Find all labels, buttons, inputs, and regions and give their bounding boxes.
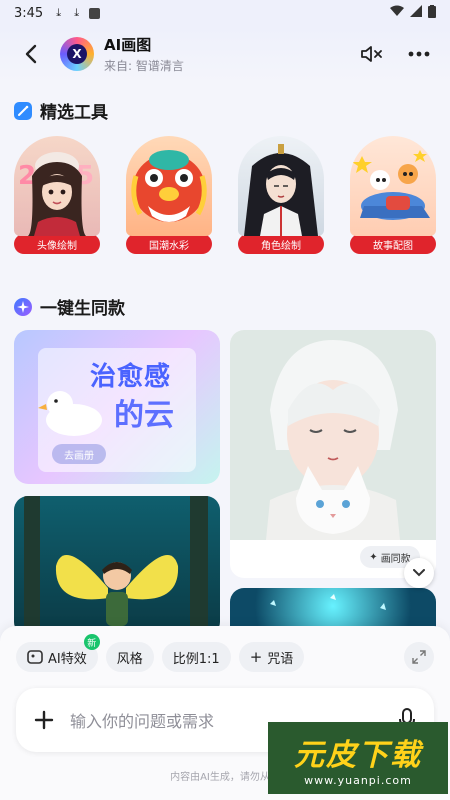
- tool-avatar-image: 2 5: [14, 136, 100, 236]
- card-art-text-2: 的云: [114, 398, 174, 433]
- tool-story-illustration[interactable]: 故事配图: [350, 136, 436, 254]
- sparkle-icon: ✦: [369, 551, 378, 563]
- expand-button[interactable]: [404, 642, 434, 672]
- mute-icon[interactable]: [360, 44, 384, 64]
- tool-story-image: [350, 136, 436, 236]
- plus-icon: +: [249, 648, 263, 666]
- tool-label: 故事配图: [350, 234, 436, 254]
- oneclick-title-text: 一键生同款: [40, 299, 125, 319]
- watermark-text: 元皮下载: [294, 737, 422, 773]
- ai-effect-icon: [27, 650, 43, 664]
- chip-label: 咒语: [267, 651, 294, 667]
- logo-letter: X: [67, 44, 87, 64]
- app-logo: X: [60, 37, 94, 71]
- status-time: 3:45: [14, 5, 44, 21]
- boy-cat-image: [230, 330, 436, 540]
- page-subtitle: 来自: 智谱清言: [104, 59, 184, 73]
- watermark-url: www.yuanpi.com: [304, 773, 412, 787]
- template-card-fairy-forest[interactable]: [14, 496, 220, 636]
- new-badge: 新: [83, 634, 100, 650]
- fairy-forest-image: [24, 496, 208, 636]
- back-button[interactable]: [18, 41, 44, 67]
- expand-icon: [412, 650, 426, 664]
- oneclick-section-title: 一键生同款: [14, 294, 125, 319]
- site-watermark: 元皮下载 www.yuanpi.com: [268, 722, 448, 794]
- go-album-button[interactable]: 去画册: [52, 444, 106, 464]
- plus-icon[interactable]: [34, 710, 54, 730]
- download-icon: ⤓: [74, 6, 80, 19]
- sparkle-icon: [14, 297, 32, 316]
- chip-spell[interactable]: + 咒语: [238, 642, 305, 672]
- chip-label: AI特效: [48, 651, 87, 667]
- chip-aspect-ratio[interactable]: 比例1:1: [161, 642, 231, 672]
- card-art-text-1: 治愈感: [90, 362, 172, 392]
- chevron-down-icon: [413, 569, 425, 577]
- tool-character[interactable]: 角色绘制: [238, 136, 324, 254]
- tool-avatar[interactable]: 2 5 头像绘制: [14, 136, 100, 254]
- chip-label: 风格: [116, 651, 143, 667]
- notification-icon: [89, 7, 101, 19]
- tool-guochao-watercolor[interactable]: 国潮水彩: [126, 136, 212, 254]
- scroll-down-button[interactable]: [404, 558, 434, 588]
- status-bar: 3:45 ⤓ ⤓: [0, 0, 450, 26]
- more-icon[interactable]: [408, 51, 430, 57]
- chip-label: 比例1:1: [172, 651, 220, 667]
- template-card-boy-cat[interactable]: ✦ 画同款: [230, 330, 436, 578]
- battery-icon: [428, 4, 436, 22]
- chip-ai-effects[interactable]: AI特效 新: [16, 634, 100, 672]
- chip-style[interactable]: 风格: [105, 642, 154, 672]
- page-title: AI画图: [104, 36, 152, 54]
- header: X AI画图 来自: 智谱清言: [0, 26, 450, 82]
- template-card-healing-cloud[interactable]: 治愈感 的云 去画册: [14, 330, 220, 484]
- tool-label: 国潮水彩: [126, 234, 212, 254]
- magic-wand-icon: [14, 101, 32, 120]
- tool-label: 头像绘制: [14, 234, 100, 254]
- option-chips: AI特效 新 风格 比例1:1 + 咒语: [16, 634, 305, 672]
- tools-title-text: 精选工具: [40, 103, 108, 123]
- tools-list: 2 5 头像绘制 国潮水彩 角色绘制 故事配图: [14, 136, 436, 254]
- tools-section-title: 精选工具: [14, 98, 108, 123]
- tool-label: 角色绘制: [238, 234, 324, 254]
- signal-icon: [410, 5, 422, 21]
- tool-guochao-image: [126, 136, 212, 236]
- tool-character-image: [238, 136, 324, 236]
- wifi-icon: [390, 5, 404, 21]
- draw-same-label: 画同款: [380, 553, 411, 565]
- download-icon: ⤓: [56, 6, 62, 19]
